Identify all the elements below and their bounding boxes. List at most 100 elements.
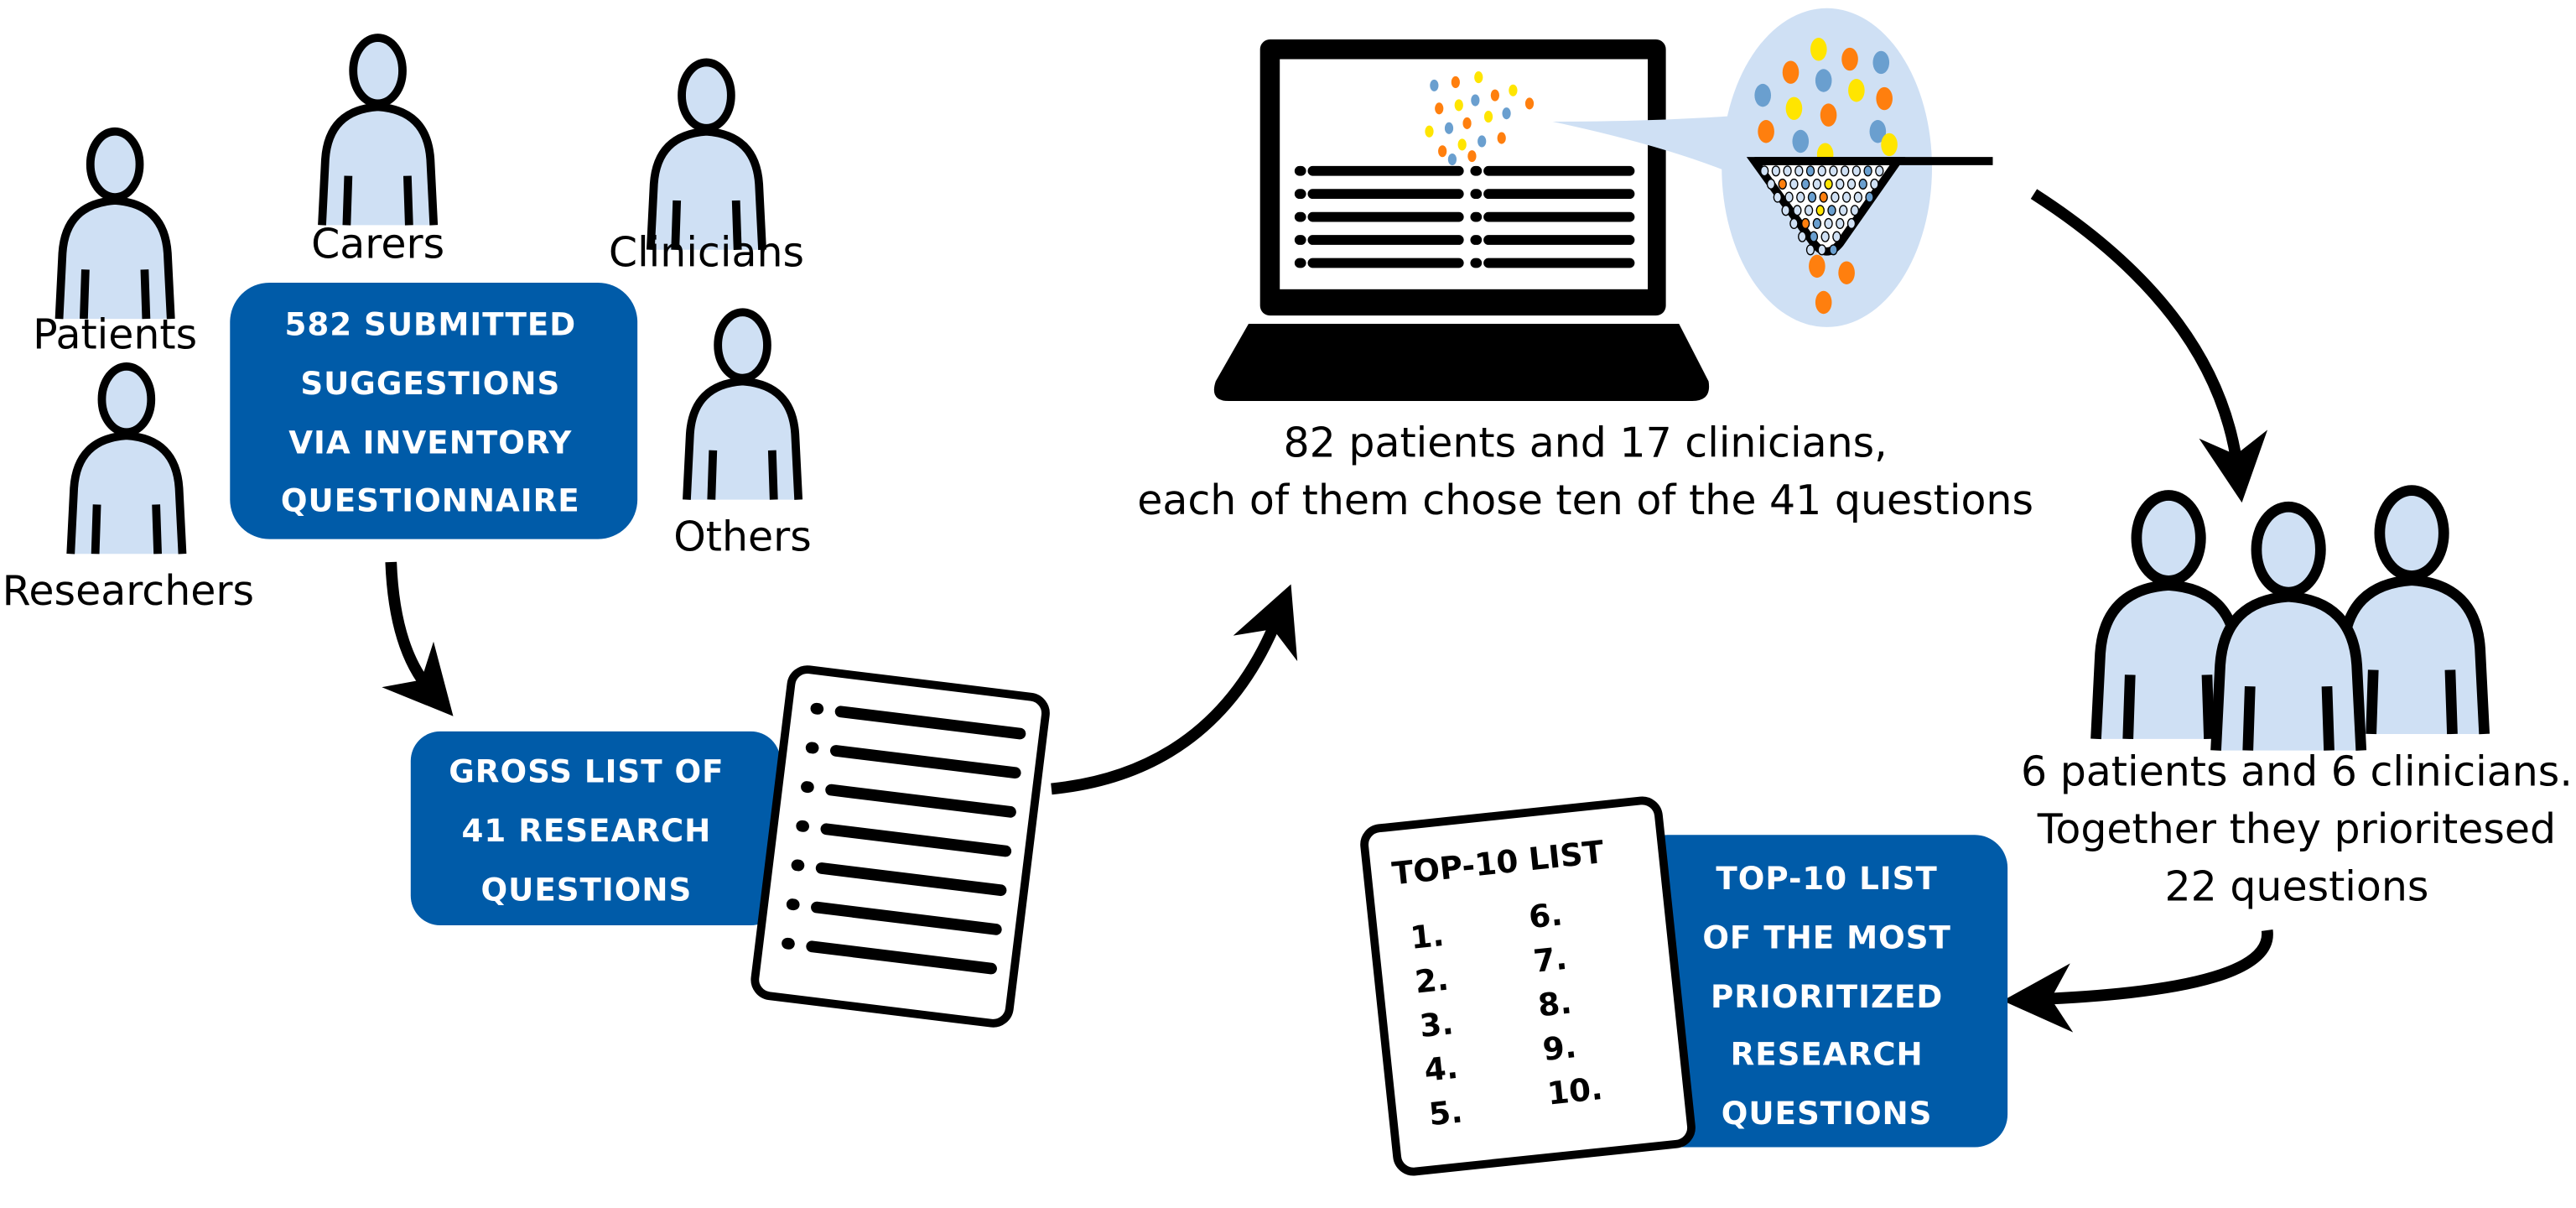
dot <box>1502 107 1511 120</box>
workshop-text-line: Together they prioritesed <box>2037 805 2556 853</box>
rank-number: 3. <box>1418 1004 1455 1044</box>
box-line: SUGGESTIONS <box>300 365 560 402</box>
gross-list-box: GROSS LIST OF 41 RESEARCH QUESTIONS <box>410 731 781 926</box>
dot <box>1474 71 1483 84</box>
patients-person-icon <box>60 132 171 319</box>
dot <box>1840 165 1850 177</box>
dot <box>1865 191 1874 203</box>
dot <box>1836 217 1845 230</box>
dot <box>1794 165 1804 177</box>
dot <box>1478 135 1487 148</box>
dot <box>1815 69 1832 92</box>
dot <box>1781 205 1790 216</box>
rank-number: 9. <box>1541 1028 1578 1068</box>
dot <box>1783 165 1792 177</box>
dot <box>1800 178 1810 190</box>
dot <box>1457 138 1467 151</box>
dot <box>1454 99 1463 112</box>
dot <box>1838 261 1855 284</box>
box-line: QUESTIONS <box>481 872 693 909</box>
rank-number: 6. <box>1527 895 1564 935</box>
dot <box>1782 60 1800 84</box>
dot <box>1805 165 1815 177</box>
dot <box>1809 231 1819 242</box>
dot <box>1815 290 1832 315</box>
dot <box>1430 79 1439 91</box>
rank-number: 4. <box>1422 1049 1459 1089</box>
dot <box>1812 217 1822 230</box>
workshop-text-line: 22 questions <box>2164 863 2428 911</box>
dot <box>1796 191 1805 203</box>
rank-number: 8. <box>1536 984 1573 1024</box>
box-line: QUESTIONS <box>1722 1095 1933 1132</box>
others-person-icon <box>687 312 798 499</box>
arrow-to-survey <box>1051 584 1298 795</box>
box-line: 41 RESEARCH <box>462 812 712 849</box>
dot <box>1807 191 1817 203</box>
dot <box>1829 244 1838 256</box>
survey-text-line: 82 patients and 17 clinicians, <box>1284 419 1888 467</box>
box-line: QUESTIONNAIRE <box>281 482 580 518</box>
dot <box>1789 178 1799 190</box>
dot <box>1817 165 1826 177</box>
dot <box>1792 129 1810 154</box>
rank-number: 5. <box>1427 1092 1464 1132</box>
dot <box>1447 153 1457 166</box>
dot <box>1773 191 1783 203</box>
dot <box>1490 89 1499 102</box>
dot <box>1798 231 1807 242</box>
priority-setting-diagram: Patients Carers Clinicians Researchers O… <box>3 8 2573 1176</box>
dot <box>1812 178 1822 190</box>
dot <box>1778 178 1787 190</box>
dot <box>1824 217 1833 230</box>
rank-number: 10. <box>1545 1070 1604 1112</box>
dot <box>1848 79 1865 102</box>
dot <box>1872 50 1890 75</box>
arrow-to-gross-list <box>382 561 454 716</box>
laptop-icon <box>1213 39 1710 402</box>
box-line: VIA INVENTORY <box>288 424 572 461</box>
arrow-to-top10 <box>2002 929 2273 1033</box>
dot <box>1771 165 1781 177</box>
dot <box>1827 205 1836 216</box>
arrow-to-workshop <box>2030 189 2268 503</box>
patients-label: Patients <box>33 310 197 358</box>
dot <box>1824 178 1833 190</box>
dot <box>1754 83 1771 107</box>
dot <box>1839 205 1848 216</box>
dot <box>1766 178 1776 190</box>
submitted-suggestions-box: 582 SUBMITTED SUGGESTIONS VIA INVENTORY … <box>230 282 638 539</box>
dot <box>1497 132 1506 144</box>
dot <box>1841 191 1852 203</box>
dot <box>1758 120 1774 143</box>
researchers-label: Researchers <box>3 567 254 615</box>
dot <box>1462 117 1472 129</box>
dot <box>1836 178 1845 190</box>
dot <box>1789 217 1799 230</box>
rank-number: 7. <box>1531 940 1568 980</box>
dot <box>1846 217 1857 230</box>
workshop-group-icon <box>2096 491 2485 751</box>
dot <box>1881 133 1898 157</box>
dot <box>1809 254 1826 279</box>
others-label: Others <box>673 513 812 560</box>
dot <box>1832 231 1841 242</box>
dot <box>1876 86 1893 111</box>
dot <box>1820 103 1837 127</box>
dot <box>1804 205 1814 216</box>
dot <box>1444 122 1454 134</box>
dot <box>1471 94 1480 107</box>
researchers-person-icon <box>70 367 182 554</box>
carers-label: Carers <box>311 221 444 268</box>
dot <box>1793 205 1802 216</box>
dot <box>1810 38 1827 61</box>
dot <box>1829 165 1838 177</box>
dot <box>1819 191 1828 203</box>
box-line: TOP-10 LIST <box>1716 860 1937 897</box>
dot <box>1483 111 1493 123</box>
dot <box>1870 178 1879 190</box>
box-line: RESEARCH <box>1731 1036 1924 1073</box>
dot <box>1846 178 1857 190</box>
clinicians-person-icon <box>651 62 762 249</box>
dot <box>1467 150 1477 163</box>
